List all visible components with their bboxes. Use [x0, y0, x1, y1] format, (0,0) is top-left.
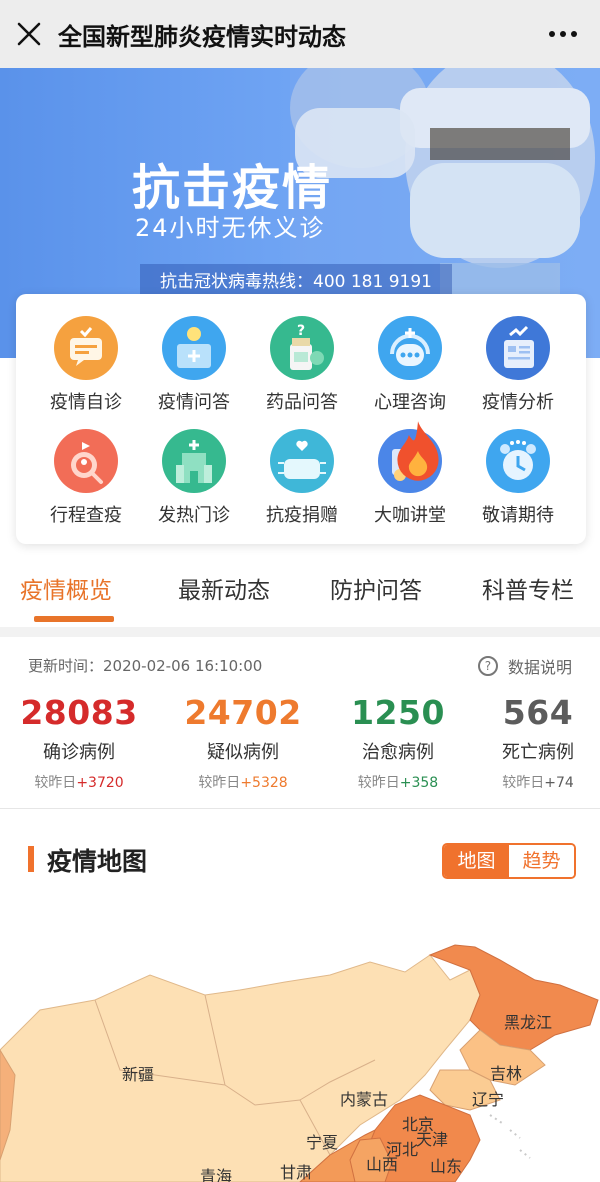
stat-cured: 1250 治愈病例 较昨日+358: [323, 693, 473, 792]
service-label: 发热门诊: [158, 505, 230, 526]
service-grid: 疫情自诊 疫情问答 ? 药品问答 心理咨询 疫情分析 行程查疫 发热门诊 抗疫捐…: [16, 294, 586, 544]
tab-overview[interactable]: 疫情概览: [20, 571, 112, 605]
stat-value: 24702: [184, 693, 302, 732]
stat-label: 治愈病例: [362, 742, 434, 763]
report-chart-icon: [486, 316, 550, 380]
map-label-liaoning: 辽宁: [472, 1090, 504, 1109]
service-label: 抗疫捐赠: [266, 505, 338, 526]
banner-subtitle: 24小时无休义诊: [135, 214, 326, 242]
china-epidemic-map[interactable]: 黑龙江 吉林 新疆 内蒙古 辽宁 北京 天津 宁夏 河北 山西 山东 青海 甘肃: [0, 900, 600, 1182]
map-section-header: 疫情地图 地图 趋势: [0, 830, 600, 890]
data-note-link[interactable]: ? 数据说明: [477, 654, 572, 678]
service-label: 心理咨询: [374, 392, 446, 413]
stat-value: 28083: [20, 693, 138, 732]
stat-label: 疑似病例: [207, 742, 279, 763]
service-psychology[interactable]: 心理咨询: [355, 316, 465, 426]
video-lecture-icon: [378, 421, 442, 493]
stats-panel: 更新时间：2020-02-06 16:10:00 ? 数据说明 28083 确诊…: [0, 637, 600, 809]
map-label-gansu: 甘肃: [280, 1163, 312, 1182]
tab-protection-qa[interactable]: 防护问答: [330, 571, 422, 605]
service-coming-soon[interactable]: 敬请期待: [463, 429, 573, 539]
service-expert-lecture[interactable]: 大咖讲堂: [355, 421, 465, 539]
service-travel-check[interactable]: 行程查疫: [31, 429, 141, 539]
travel-search-icon: [54, 429, 118, 493]
page-title: 全国新型肺炎疫情实时动态: [58, 22, 346, 51]
service-self-diagnosis[interactable]: 疫情自诊: [31, 316, 141, 426]
active-tab-indicator: [34, 616, 114, 622]
service-label: 疫情自诊: [50, 392, 122, 413]
map-label-tianjin: 天津: [416, 1130, 448, 1149]
data-note-label: 数据说明: [507, 658, 572, 677]
stat-delta: 较昨日+5328: [198, 775, 288, 791]
service-donation[interactable]: 抗疫捐赠: [247, 429, 357, 539]
section-accent-bar: [28, 846, 34, 872]
map-label-heilongjiang: 黑龙江: [504, 1013, 552, 1032]
hospital-icon: [162, 429, 226, 493]
map-label-shanxi: 山西: [366, 1155, 398, 1174]
service-label: 行程查疫: [50, 505, 122, 526]
stat-label: 死亡病例: [502, 742, 574, 763]
chat-bubble-icon: [54, 316, 118, 380]
help-icon: ?: [477, 656, 498, 676]
tab-science[interactable]: 科普专栏: [482, 571, 574, 605]
service-label: 敬请期待: [482, 505, 554, 526]
stat-suspected: 24702 疑似病例 较昨日+5328: [168, 693, 318, 792]
map-label-xinjiang: 新疆: [122, 1065, 154, 1084]
stat-delta: 较昨日+74: [502, 775, 574, 791]
map-trend-toggle: 地图 趋势: [442, 843, 576, 879]
map-label-neimenggu: 内蒙古: [340, 1090, 388, 1109]
top-bar: 全国新型肺炎疫情实时动态: [0, 0, 600, 68]
map-label-shandong: 山东: [430, 1157, 462, 1176]
lightbulb-icon: [162, 316, 226, 380]
service-label: 疫情分析: [482, 392, 554, 413]
service-label: 药品问答: [266, 392, 338, 413]
service-analysis[interactable]: 疫情分析: [463, 316, 573, 426]
stat-value: 564: [502, 693, 574, 732]
toggle-map-button[interactable]: 地图: [444, 845, 509, 877]
stat-delta: 较昨日+358: [357, 775, 439, 791]
service-fever-clinic[interactable]: 发热门诊: [139, 429, 249, 539]
service-label: 大咖讲堂: [374, 505, 446, 526]
map-label-ningxia: 宁夏: [306, 1133, 338, 1152]
svg-text:?: ?: [297, 323, 305, 339]
map-label-qinghai: 青海: [200, 1167, 232, 1182]
alarm-clock-icon: [486, 429, 550, 493]
service-label: 疫情问答: [158, 392, 230, 413]
medicine-bottle-icon: ?: [270, 316, 334, 380]
map-section-title: 疫情地图: [47, 847, 148, 876]
update-time: 更新时间：2020-02-06 16:10:00: [28, 657, 263, 675]
mask-heart-icon: [270, 429, 334, 493]
stat-delta: 较昨日+3720: [34, 775, 124, 791]
stat-value: 1250: [351, 693, 445, 732]
section-divider: [0, 627, 600, 637]
headset-icon: [378, 316, 442, 380]
stat-label: 确诊病例: [43, 742, 115, 763]
service-medicine-qa[interactable]: ? 药品问答: [247, 316, 357, 426]
tab-latest-news[interactable]: 最新动态: [178, 571, 270, 605]
close-icon[interactable]: [0, 0, 58, 68]
more-dots-icon[interactable]: [546, 20, 580, 48]
service-qa[interactable]: 疫情问答: [139, 316, 249, 426]
map-coast-dots: [489, 1114, 531, 1159]
stat-confirmed: 28083 确诊病例 较昨日+3720: [4, 693, 154, 792]
stat-deaths: 564 死亡病例 较昨日+74: [463, 693, 600, 792]
map-label-jilin: 吉林: [490, 1064, 522, 1083]
hot-fire-icon: [397, 421, 439, 481]
toggle-trend-button[interactable]: 趋势: [509, 845, 574, 877]
